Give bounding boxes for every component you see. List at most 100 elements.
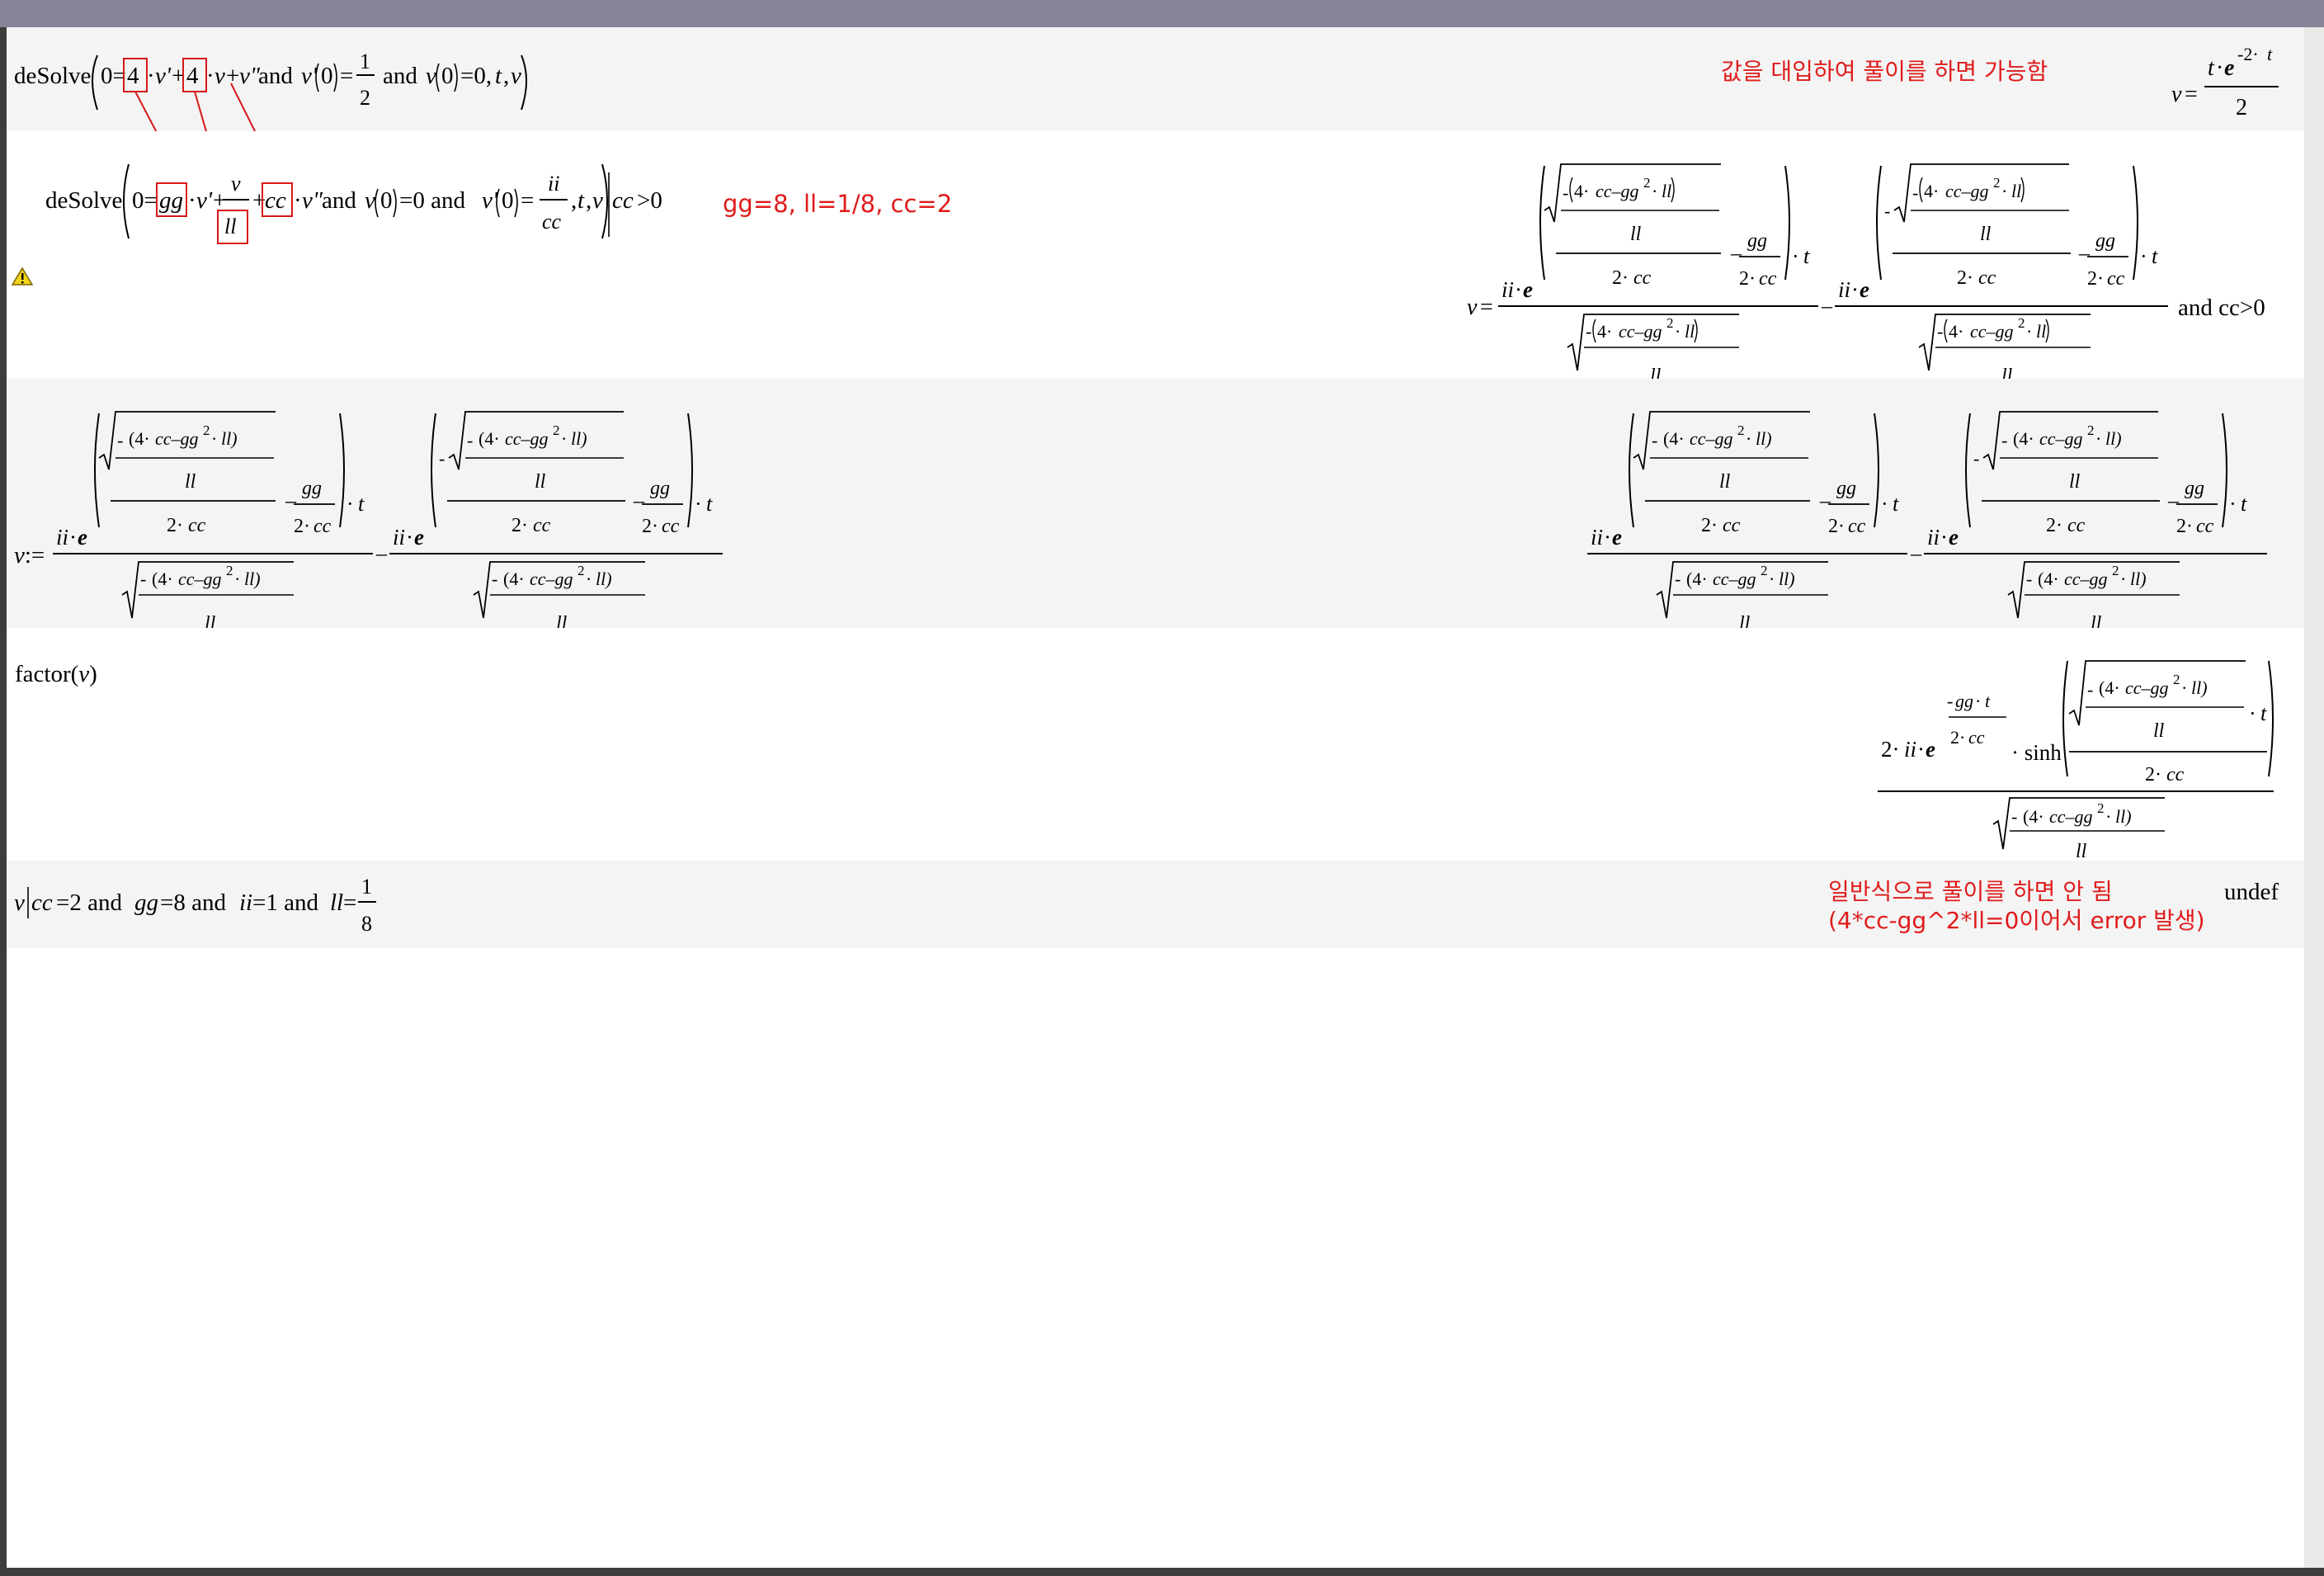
svg-text:2: 2	[2018, 315, 2025, 331]
svg-text:·: ·	[69, 525, 77, 550]
svg-text:2·: 2·	[294, 516, 310, 537]
svg-text:2·: 2·	[1957, 267, 1973, 289]
svg-text:cc: cc	[2196, 516, 2214, 537]
note-general-fails-line2: (4*cc-gg^2*ll=0이어서 error 발생)	[1828, 907, 2205, 934]
svg-text:-: -	[2026, 569, 2032, 589]
svg-text:e: e	[1612, 525, 1622, 550]
svg-text:t: t	[495, 63, 502, 89]
svg-text:·: ·	[1769, 569, 1775, 589]
svg-text:·: ·	[1652, 181, 1657, 201]
svg-text:·: ·	[2229, 492, 2237, 516]
svg-text:ll: ll	[1630, 224, 1642, 245]
svg-text:ll: ll	[330, 889, 343, 916]
svg-text:·: ·	[1515, 277, 1522, 302]
svg-text:2·: 2·	[642, 516, 658, 537]
svg-text:0=: 0=	[101, 63, 126, 89]
svg-text:·: ·	[2001, 181, 2007, 201]
svg-text:-: -	[1884, 201, 1890, 221]
entry-4-input-expression[interactable]: factor(v)	[15, 663, 97, 687]
svg-text:=: =	[343, 889, 356, 916]
svg-text:2·: 2·	[1612, 267, 1629, 289]
svg-text:·: ·	[1881, 492, 1888, 516]
svg-text:cc: cc	[533, 515, 551, 536]
history-entry-2[interactable]: deSolve 0= gg · v' + v ll + cc · v" and …	[7, 131, 2304, 379]
svg-text:ll): ll)	[1756, 428, 1772, 449]
svg-text:(4·: (4·	[2013, 428, 2034, 449]
svg-text:2·: 2·	[2145, 764, 2161, 786]
svg-text:·: ·	[2181, 677, 2187, 698]
history-entry-3[interactable]: v:= ii · e - (4· cc–gg 2 · ll) ll 2· cc …	[7, 379, 2304, 628]
history-entry-4[interactable]: factor(v) 2· ii · e - gg · t 2· cc · sin…	[7, 628, 2304, 861]
svg-text:ll: ll	[205, 613, 216, 628]
calculator-history: deSolve 0= 4 · v' + 4 · v + v" and v' 0 …	[7, 27, 2304, 1568]
svg-text:4·: 4·	[1597, 321, 1612, 342]
svg-text:gg: gg	[1747, 230, 1767, 252]
svg-text:–: –	[1910, 541, 1922, 565]
svg-text:2·: 2·	[1881, 737, 1900, 762]
svg-text:·: ·	[1792, 244, 1799, 268]
svg-text:cc: cc	[1968, 727, 1985, 748]
svg-text:v: v	[2171, 82, 2182, 107]
entry-3-input-expression[interactable]: ii · e - (4· cc–gg 2 · ll) ll 2· cc – gg…	[40, 379, 749, 628]
svg-text:·: ·	[346, 492, 354, 516]
entry-1-input-expression[interactable]: deSolve 0= 4 · v' + 4 · v + v" and v' 0 …	[7, 27, 584, 218]
history-entry-1[interactable]: deSolve 0= 4 · v' + 4 · v + v" and v' 0 …	[7, 27, 2304, 218]
entry-5-input-expression[interactable]: v cc =2 and gg =8 and ii =1 and ll = 1 8	[7, 861, 419, 948]
svg-text:=: =	[2185, 82, 2198, 107]
svg-text:cc: cc	[2166, 764, 2185, 786]
entry-1-result: v = t · e -2· t 2	[2171, 44, 2279, 120]
svg-text:·: ·	[1746, 428, 1751, 449]
svg-text:ll: ll	[2076, 841, 2087, 861]
entry-2-input-expression[interactable]: deSolve 0= gg · v' + v ll + cc · v" and …	[7, 131, 667, 263]
svg-text:ll: ll	[556, 613, 568, 628]
svg-text:v: v	[214, 63, 225, 89]
svg-text:and: and	[383, 63, 417, 89]
svg-text:cc–gg: cc–gg	[1619, 321, 1662, 342]
svg-text:ll): ll)	[1779, 569, 1795, 589]
svg-text:v': v'	[196, 187, 213, 214]
svg-text:deSolve: deSolve	[14, 63, 91, 89]
svg-text:–: –	[375, 541, 388, 565]
svg-text:·: ·	[406, 525, 413, 550]
svg-text:2: 2	[203, 422, 210, 438]
svg-text:·: ·	[2216, 55, 2223, 81]
svg-text:t: t	[2152, 244, 2158, 268]
svg-text:4·: 4·	[1949, 321, 1963, 342]
svg-text:ll: ll	[1662, 181, 1671, 201]
svg-text:,: ,	[503, 63, 509, 89]
warning-triangle-icon[interactable]	[12, 267, 33, 286]
svg-text:·: ·	[2120, 569, 2126, 589]
svg-text:-: -	[2011, 806, 2017, 827]
svg-text:cc–gg: cc–gg	[2039, 428, 2083, 449]
svg-text:ll: ll	[2001, 366, 2013, 379]
svg-text:-: -	[117, 430, 123, 451]
svg-text:ll: ll	[535, 471, 546, 493]
svg-text:2·: 2·	[167, 515, 183, 536]
note-general-fails-line1: 일반식으로 풀이를 하면 안 됨	[1828, 878, 2113, 905]
svg-text:(4·: (4·	[129, 428, 150, 449]
svg-text:2: 2	[2087, 422, 2095, 438]
svg-text:2: 2	[1761, 563, 1768, 578]
svg-text:-: -	[1586, 321, 1591, 342]
svg-text:cc–gg: cc–gg	[530, 569, 573, 589]
svg-text:ll): ll)	[221, 428, 238, 449]
svg-text:cc: cc	[662, 516, 680, 537]
svg-text:·: ·	[234, 569, 240, 589]
vertical-scrollbar[interactable]	[2304, 27, 2324, 1568]
svg-text:cc–gg: cc–gg	[1945, 181, 1989, 201]
svg-text:·: ·	[695, 492, 702, 516]
svg-text:gg: gg	[1836, 478, 1856, 499]
svg-text:ll: ll	[1719, 471, 1731, 493]
svg-text:-: -	[1947, 691, 1953, 711]
svg-text:ll): ll)	[2130, 569, 2147, 589]
history-entry-5[interactable]: v cc =2 and gg =8 and ii =1 and ll = 1 8…	[7, 861, 2304, 948]
svg-text:0: 0	[380, 187, 393, 214]
svg-text:-: -	[2087, 679, 2093, 700]
svg-text:cc–gg: cc–gg	[1713, 569, 1756, 589]
svg-text:=0,: =0,	[460, 63, 492, 89]
svg-text:=: =	[340, 63, 353, 89]
and-condition-text: and cc>0	[2178, 295, 2265, 321]
svg-text:cc: cc	[1978, 267, 1996, 289]
svg-text:ii: ii	[548, 172, 559, 196]
svg-text:(4·: (4·	[503, 569, 525, 589]
